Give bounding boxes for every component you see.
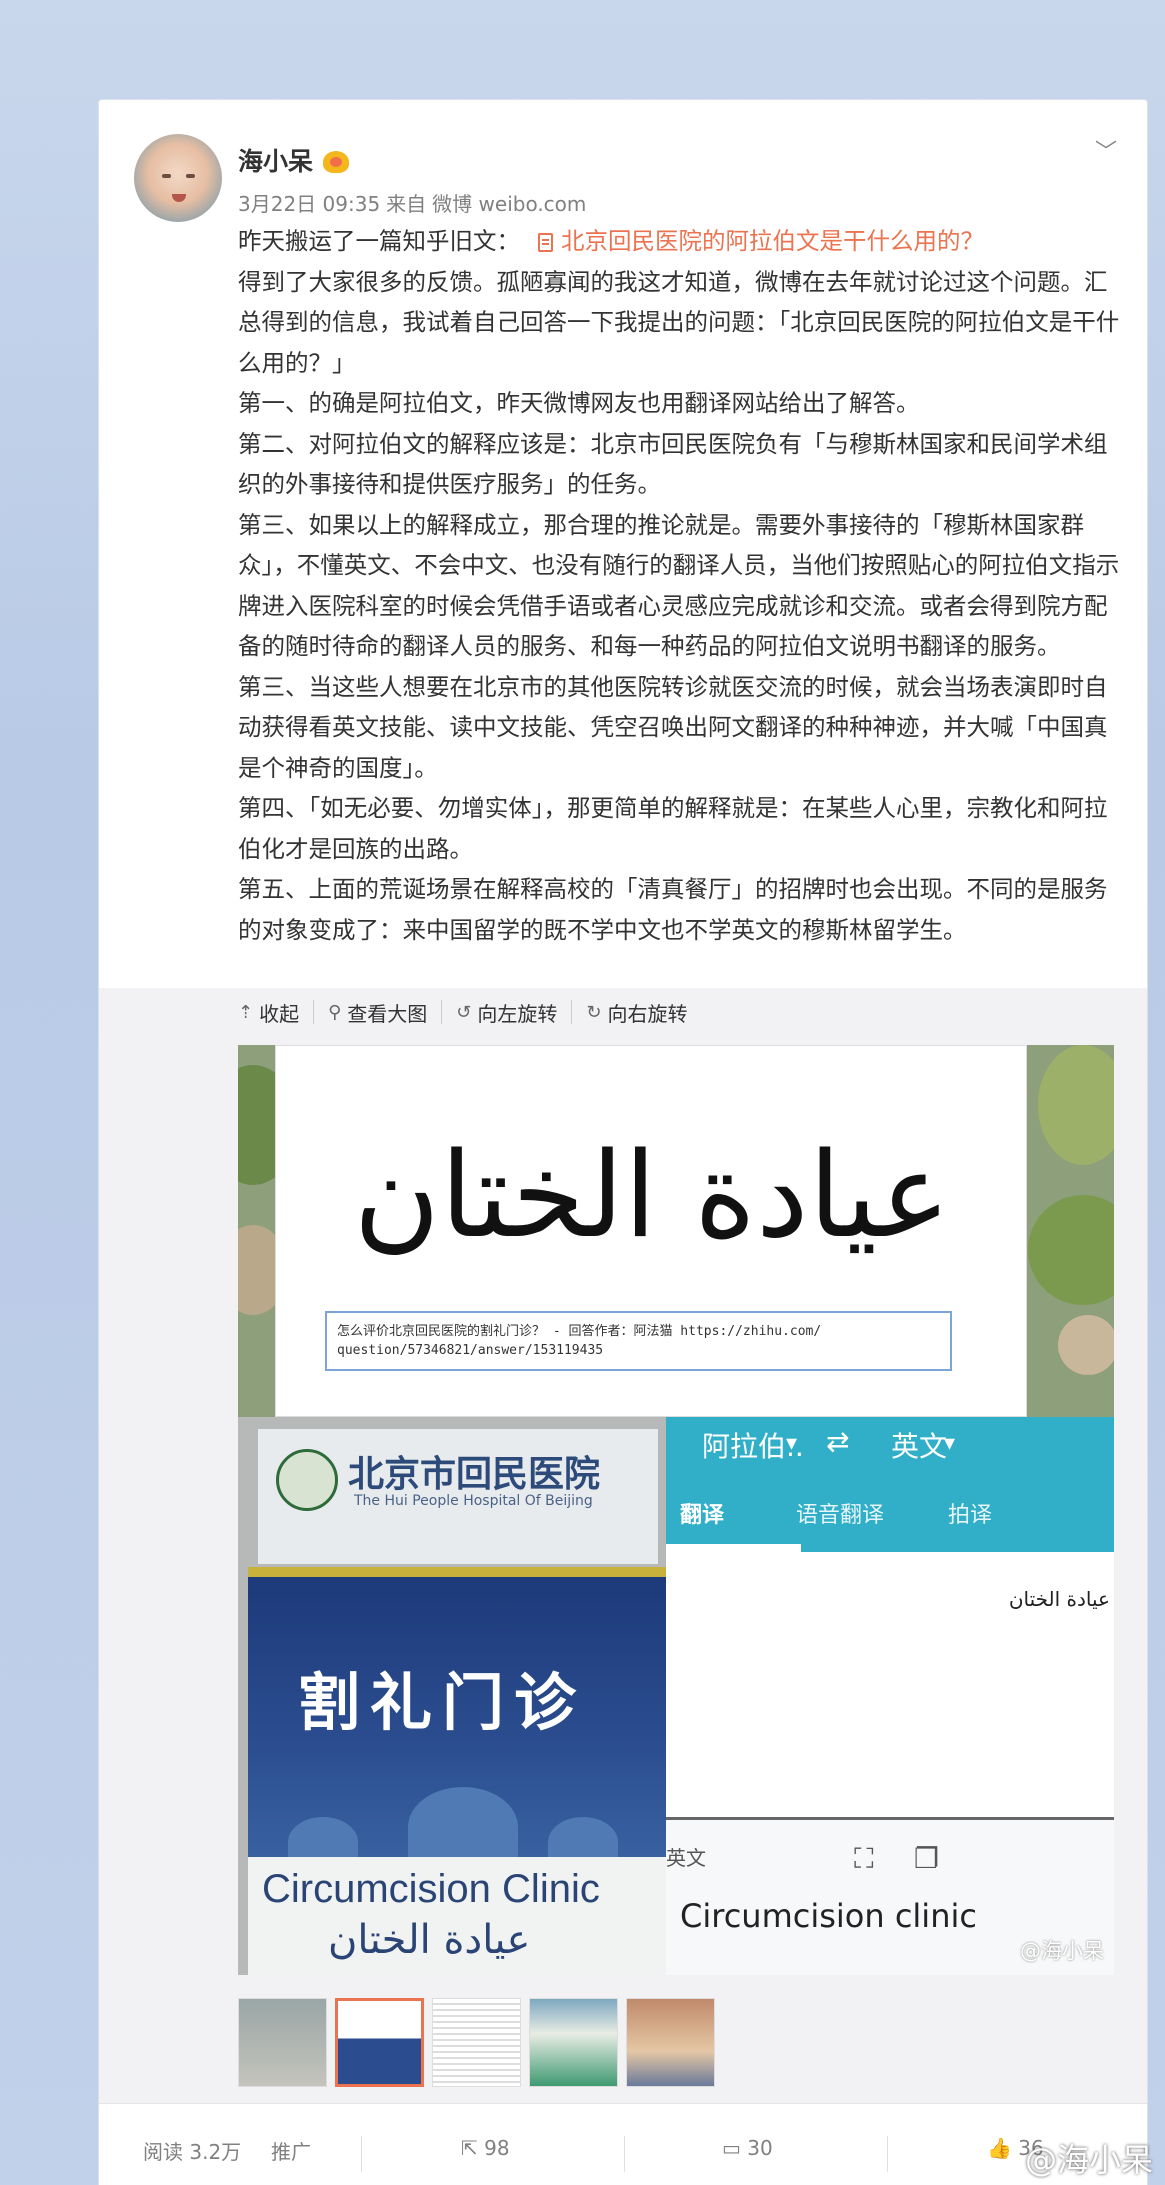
read-count: 阅读 3.2万 [143,2140,242,2164]
post-footer: 阅读 3.2万 推广 ⇱ 98 ▭ 30 👍 36 [99,2103,1147,2185]
collapse-button[interactable]: ⇡ 收起 [238,1000,313,1026]
comment-button[interactable]: ▭ 30 [722,2136,773,2160]
post-source[interactable]: 微博 weibo.com [432,192,586,216]
page-watermark: @海小呆 [1024,2141,1153,2179]
paragraph: 第五、上面的荒诞场景在解释高校的「清真餐厅」的招牌时也会出现。不同的是服务的对象… [238,876,1108,943]
thumbnail[interactable] [626,1998,715,2087]
output-label: 英文 [666,1846,706,1870]
paragraph: 第一、的确是阿拉伯文，昨天微博网友也用翻译网站给出了解答。 [238,390,920,416]
dropdown-icon: ▾ [786,1431,798,1456]
thumbs-up-icon: 👍 [987,2136,1012,2160]
copy-icon: ❐ [914,1842,940,1875]
view-large-button[interactable]: ⚲ 查看大图 [313,1000,441,1026]
rotate-left-button[interactable]: ↺ 向左旋转 [441,1000,571,1026]
paragraph: 第二、对阿拉伯文的解释应该是：北京市回民医院负有「与穆斯林国家和民间学术组织的外… [238,430,1108,498]
thumbnail-selected[interactable] [335,1998,424,2087]
search-icon: ⚲ [328,1001,342,1023]
thumbnail[interactable] [529,1998,618,2087]
rotate-left-icon: ↺ [456,1001,472,1023]
media-area: ⇡ 收起 ⚲ 查看大图 ↺ 向左旋转 ↻ 向右旋转 عيادة الختان 怎么评价北… [99,988,1147,2103]
enlarged-image[interactable]: عيادة الختان 怎么评价北京回民医院的割礼门诊？ - 回答作者：阿法猫… [238,1045,1114,1975]
paragraph: 第四、「如无必要、勿增实体」，那更简单的解释就是：在某些人心里，宗教化和阿拉伯化… [238,795,1108,862]
share-icon: ⇱ [461,2136,478,2160]
article-link-icon[interactable] [538,233,553,252]
paragraph: 得到了大家很多的反馈。孤陋寡闻的我这才知道，微博在去年就讨论过这个问题。汇总得到… [238,268,1120,376]
post-time[interactable]: 3月22日 09:35 [238,192,380,216]
target-language: 英文 [891,1430,948,1463]
comment-icon: ▭ [722,2136,741,2160]
rotate-right-button[interactable]: ↻ 向右旋转 [571,1000,701,1026]
avatar[interactable] [134,134,222,222]
hospital-name-cn: 北京市回民医院 [348,1453,601,1495]
promote-button[interactable]: 推广 [271,2136,311,2165]
paragraph: 第三、当这些人想要在北京市的其他医院转诊就医交流的时候，就会当场表演即时自动获得… [238,673,1108,781]
clinic-name-cn: 割礼门诊 [298,1666,587,1739]
output-text: Circumcision clinic [680,1897,977,1935]
post-intro: 昨天搬运了一篇知乎旧文： [238,228,520,254]
hospital-sign-photo: 北京市回民医院 The Hui People Hospital Of Beiji… [238,1417,666,1975]
tab-photo: 拍译 [948,1503,993,1528]
input-text: عيادة الختان [1008,1587,1110,1611]
image-watermark: @海小呆 [1020,1939,1104,1963]
dropdown-icon: ▾ [944,1431,956,1456]
weibo-post-card: ﹀ 海小呆 3月22日 09:35 来自 微博 weibo.com 昨天搬运了一篇知… [98,99,1148,2185]
hospital-name-en: The Hui People Hospital Of Beijing [354,1493,593,1509]
image-toolbar: ⇡ 收起 ⚲ 查看大图 ↺ 向左旋转 ↻ 向右旋转 [238,1000,701,1026]
clinic-name-ar: عيادة الختان [328,1917,531,1963]
tab-translate: 翻译 [680,1503,725,1528]
tab-voice: 语音翻译 [796,1503,885,1528]
share-button[interactable]: ⇱ 98 [461,2136,510,2160]
clinic-name-en: Circumcision Clinic [262,1867,600,1911]
swap-icon: ⇄ [826,1425,850,1458]
post-meta: 3月22日 09:35 来自 微博 weibo.com [238,188,592,217]
username[interactable]: 海小呆 [238,147,313,176]
paragraph: 第三、如果以上的解释成立，那合理的推论就是。需要外事接待的「穆斯林国家群众」，不… [238,511,1120,660]
article-link[interactable]: 北京回民医院的阿拉伯文是干什么用的？ [561,228,984,254]
translate-app-screenshot: 阿拉伯.. ▾ ⇄ 英文 ▾ 翻译 语音翻译 拍译 عيادة الختان 英… [666,1417,1114,1975]
post-text: 昨天搬运了一篇知乎旧文： 北京回民医院的阿拉伯文是干什么用的？ 得到了大家很多的反… [238,221,1128,950]
thumbnail[interactable] [238,1998,327,2087]
arabic-sign: عيادة الختان 怎么评价北京回民医院的割礼门诊？ - 回答作者：阿法猫… [275,1045,1027,1417]
collapse-icon: ⇡ [238,1001,254,1023]
chevron-down-icon[interactable]: ﹀ [1095,134,1117,166]
vip-crown-icon[interactable] [323,151,350,173]
thumbnail-strip [238,1998,715,2087]
rotate-right-icon: ↻ [586,1001,602,1023]
expand-icon: ⛶ [854,1842,874,1875]
thumbnail[interactable] [432,1998,521,2087]
image-caption: 怎么评价北京回民医院的割礼门诊？ - 回答作者：阿法猫 https://zhih… [325,1311,952,1371]
hospital-logo-icon [276,1449,338,1511]
source-prefix: 来自 [386,192,427,216]
arabic-text: عيادة الختان [353,1126,951,1264]
